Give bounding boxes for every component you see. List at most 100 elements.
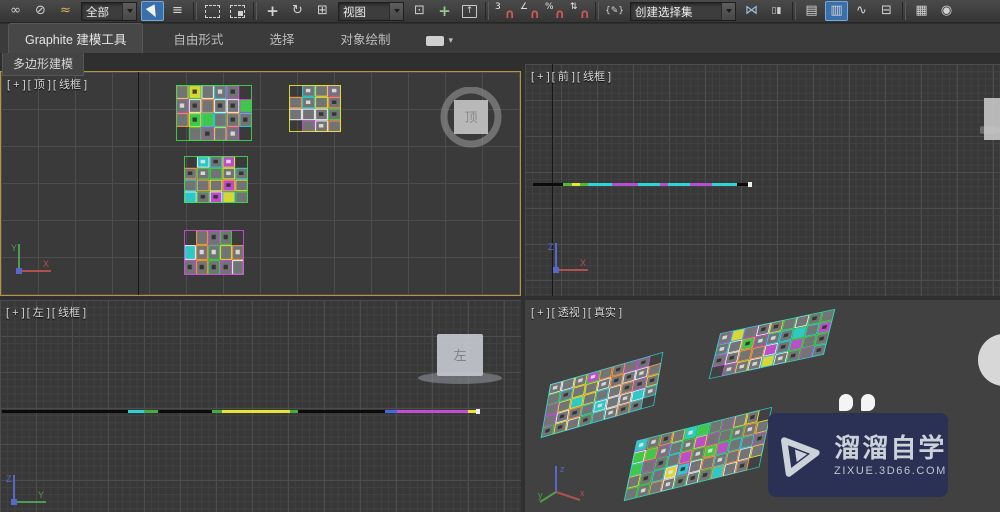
geometry-segment	[397, 410, 468, 413]
toolbar-separator	[485, 2, 489, 20]
select-and-move-button[interactable]: +	[261, 1, 284, 21]
ribbon-tab-object-paint[interactable]: 对象绘制	[324, 24, 406, 53]
watermark-subtitle: ZIXUE.3D66.COM	[834, 465, 947, 477]
graphite-modeling-tools-toggle[interactable]: ▥	[825, 1, 848, 21]
tab-polygon-modeling[interactable]: 多边形建模	[2, 53, 85, 76]
geometry-segment	[563, 183, 572, 186]
select-and-move-glyph: +	[266, 2, 279, 20]
viewport-shading-menu[interactable]: [ 线框 ]	[577, 71, 611, 83]
ribbon-tabs: Graphite 建模工具 自由形式 选择 对象绘制	[0, 23, 420, 53]
select-and-rotate-button[interactable]: ↻	[286, 1, 309, 21]
reference-coordinate-system-dropdown[interactable]: 视图	[338, 1, 404, 21]
viewport-label: [ + ][ 透视 ][ 真实 ]	[531, 304, 624, 320]
spinner-snap-toggle[interactable]: ⇅ ∩	[568, 1, 591, 22]
percent-snap-toggle[interactable]: % ∩	[543, 1, 566, 22]
schematic-view-button[interactable]: ⊟	[875, 1, 898, 21]
render-setup-button[interactable]: ▦	[910, 1, 933, 21]
unlink-selection-icon[interactable]: ⊘	[29, 1, 52, 21]
manage-layers-glyph: ▤	[805, 3, 818, 18]
svg-text:y: y	[538, 490, 543, 500]
viewcube[interactable]: 左	[412, 332, 508, 393]
viewport-general-menu[interactable]: [ + ]	[531, 71, 550, 83]
dropdown-arrow-icon[interactable]	[122, 2, 136, 20]
viewcube[interactable]: 顶	[436, 86, 506, 156]
window-crossing-toggle[interactable]	[226, 1, 249, 21]
toolbar-separator	[595, 2, 599, 20]
select-and-rotate-glyph: ↻	[292, 3, 303, 18]
grid-origin-line	[138, 72, 139, 295]
dropdown-arrow-icon[interactable]	[389, 2, 403, 20]
ribbon-tab-selection[interactable]: 选择	[253, 24, 310, 53]
viewport-view-menu[interactable]: [ 顶 ]	[28, 79, 51, 91]
angle-snap-toggle[interactable]: ∠ ∩	[518, 1, 541, 22]
selection-filter-dropdown[interactable]: 全部	[81, 1, 137, 21]
svg-text:顶: 顶	[464, 110, 477, 125]
top-viewport[interactable]: [ + ][ 顶 ][ 线框 ] 顶 Y X	[0, 71, 521, 296]
viewport-view-menu[interactable]: [ 前 ]	[552, 71, 575, 83]
dashed-region-icon	[205, 4, 220, 18]
viewport-general-menu[interactable]: [ + ]	[531, 307, 550, 319]
floor-plan-cluster[interactable]	[708, 308, 836, 380]
ribbon-tab-bar: Graphite 建模工具 自由形式 选择 对象绘制 ▾	[0, 23, 1000, 54]
edit-named-selection-sets-button[interactable]: {✎}	[603, 1, 626, 21]
mirror-glyph: ⋈	[745, 3, 758, 18]
dashed-region-cube-icon	[230, 4, 245, 18]
snap-toggle-3d-button[interactable]: 3 ∩	[493, 1, 516, 22]
select-and-scale-button[interactable]: ⊞	[311, 1, 334, 21]
viewport-general-menu[interactable]: [ + ]	[6, 307, 25, 319]
named-selection-sets-dropdown[interactable]: 创建选择集	[630, 1, 736, 21]
viewport-shading-menu[interactable]: [ 线框 ]	[53, 79, 87, 91]
use-pivot-point-center-button[interactable]: ⊡	[408, 1, 431, 21]
viewport-view-menu[interactable]: [ 左 ]	[27, 307, 50, 319]
viewcube[interactable]	[974, 98, 1000, 153]
curve-editor-button[interactable]: ∿	[850, 1, 873, 21]
select-and-manipulate-button[interactable]: +	[433, 1, 456, 21]
floor-plan-cluster[interactable]	[184, 156, 248, 204]
geometry-segment	[212, 410, 222, 413]
viewport-view-menu[interactable]: [ 透视 ]	[552, 307, 586, 319]
ribbon-tab-graphite-modeling-tools[interactable]: Graphite 建模工具	[8, 23, 144, 53]
ribbon-tab-freeform[interactable]: 自由形式	[157, 24, 239, 53]
world-axis-tripod: ZX	[546, 238, 592, 285]
select-by-name-button[interactable]: ≡	[166, 1, 189, 21]
magnet-icon: ∩	[579, 7, 590, 22]
quote-mark-icon	[839, 394, 853, 411]
cursor-arrow-icon	[145, 4, 160, 20]
floor-plan-cluster[interactable]	[176, 85, 252, 141]
select-object-button[interactable]	[141, 1, 164, 21]
manage-layers-button[interactable]: ▤	[800, 1, 823, 21]
floor-plan-cluster[interactable]	[540, 351, 664, 439]
geometry-segment	[580, 183, 588, 186]
bind-to-space-warp-icon[interactable]: ≈	[54, 1, 77, 21]
svg-text:Y: Y	[11, 243, 17, 253]
svg-text:Y: Y	[38, 490, 44, 500]
toolbar-separator	[253, 2, 257, 20]
front-viewport[interactable]: [ + ][ 前 ][ 线框 ] Z X	[525, 64, 1000, 296]
watermark-text: 溜溜自学 ZIXUE.3D66.COM	[834, 433, 947, 477]
mirror-button[interactable]: ⋈	[740, 1, 763, 21]
keyboard-shortcut-override-toggle[interactable]: ↑	[458, 1, 481, 21]
rectangular-selection-region-button[interactable]	[201, 1, 224, 21]
geometry-segment	[638, 183, 660, 186]
magnet-icon: ∩	[554, 7, 565, 22]
floor-plan-cluster[interactable]	[184, 230, 244, 275]
floor-plan-cluster[interactable]	[289, 85, 341, 133]
dropdown-arrow-icon[interactable]	[721, 2, 735, 20]
select-and-link-icon-glyph: ∞	[10, 3, 21, 18]
rendered-frame-window-button[interactable]: ◉	[935, 1, 958, 21]
geometry-segment	[588, 183, 612, 186]
floor-plan-cluster[interactable]	[623, 406, 773, 502]
left-viewport[interactable]: [ + ][ 左 ][ 线框 ] 左 Z Y	[0, 300, 521, 512]
viewcube[interactable]	[974, 330, 1000, 395]
magnet-icon: ∩	[504, 7, 515, 22]
viewport-general-menu[interactable]: [ + ]	[7, 79, 26, 91]
snap-type-glyph: %	[545, 2, 554, 12]
dropdown-value: 视图	[343, 6, 366, 19]
render-setup-glyph: ▦	[915, 3, 928, 18]
select-and-link-icon[interactable]: ∞	[4, 1, 27, 21]
viewport-shading-menu[interactable]: [ 线框 ]	[52, 307, 86, 319]
viewport-shading-menu[interactable]: [ 真实 ]	[588, 307, 622, 319]
ribbon-display-options[interactable]: ▾	[426, 36, 453, 46]
rendered-frame-window-glyph: ◉	[940, 3, 953, 18]
align-button[interactable]: ▯▮	[765, 1, 788, 21]
